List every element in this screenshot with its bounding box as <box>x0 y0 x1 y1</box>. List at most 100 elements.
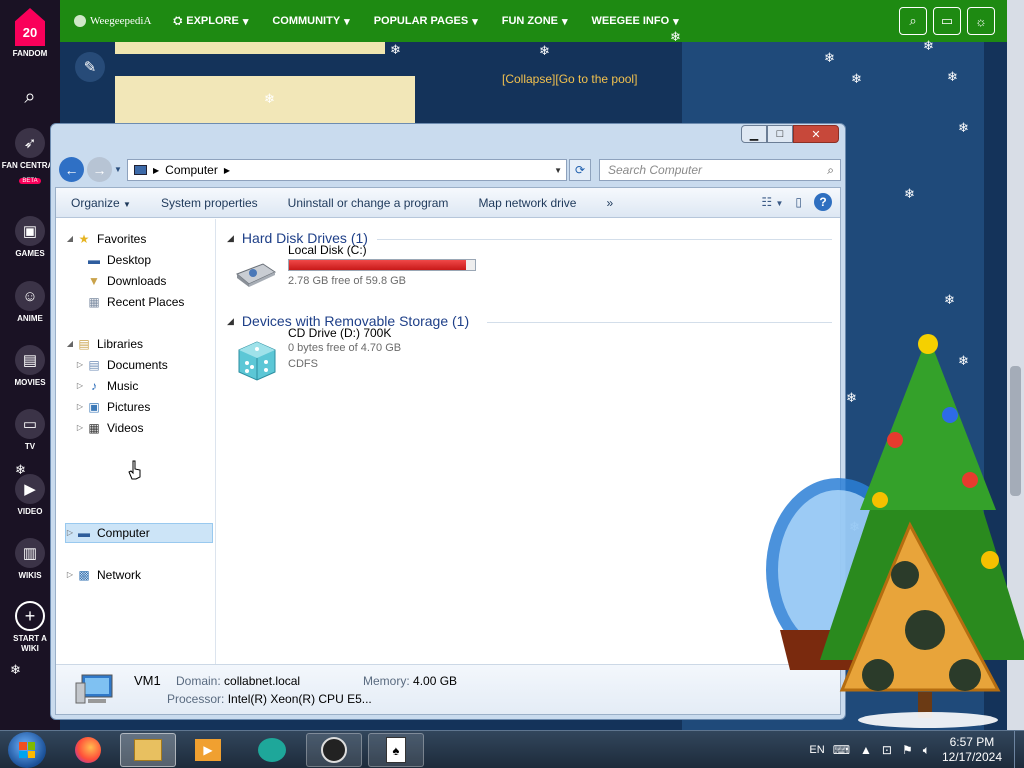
nav-label: Libraries <box>97 336 144 351</box>
address-dropdown-icon[interactable]: ▼ <box>554 166 562 175</box>
computer-name: VM1 <box>134 673 161 688</box>
close-button[interactable]: ✕ <box>793 125 839 143</box>
taskbar-solitaire[interactable]: ♠ <box>368 733 424 767</box>
expand-arrow-icon[interactable]: ▷ <box>74 423 86 432</box>
tray-expand-icon[interactable]: ▲ <box>860 743 872 757</box>
go-to-pool-link[interactable]: [Go to the pool] <box>555 72 637 86</box>
search-input[interactable]: Search Computer ⌕ <box>599 159 841 181</box>
breadcrumb-arrow-icon: ▶ <box>153 165 160 175</box>
snowflake-icon: ❄ <box>824 50 835 65</box>
change-view-button[interactable]: ☷ ▼ <box>761 195 783 209</box>
system-properties-button[interactable]: System properties <box>146 196 273 210</box>
maximize-icon: □ <box>776 128 784 140</box>
organize-button[interactable]: Organize ▼ <box>56 196 146 210</box>
teal-app-icon <box>258 738 286 762</box>
nav-network[interactable]: ▷ ▩ Network <box>64 565 141 584</box>
taskbar-media-player[interactable]: ▶ <box>180 733 236 767</box>
back-button[interactable]: ← <box>59 157 84 182</box>
computer-icon: ▬ <box>78 525 90 540</box>
preview-pane-button[interactable]: ▯ <box>795 195 802 209</box>
snowflake-icon: ❄ <box>10 662 21 677</box>
forward-button[interactable]: → <box>87 157 112 182</box>
nav-desktop[interactable]: ▬ Desktop <box>86 250 151 269</box>
breadcrumb-computer[interactable]: Computer <box>165 163 218 177</box>
map-network-drive-button[interactable]: Map network drive <box>463 196 591 210</box>
collapse-link[interactable]: [Collapse] <box>502 72 555 86</box>
wiki-site-logo[interactable]: WeegeepediA <box>74 15 151 27</box>
collapse-arrow-icon: ◢ <box>227 315 234 326</box>
group-divider <box>377 239 832 240</box>
nav-community[interactable]: COMMUNITY ▾ <box>272 15 349 28</box>
view-controls: ☷ ▼ ▯ ? <box>761 193 832 211</box>
firefox-icon <box>75 737 101 763</box>
nav-weegee-info-label: WEEGEE INFO <box>591 15 670 27</box>
nav-music[interactable]: ▷ ♪ Music <box>74 376 138 395</box>
christmas-decoration <box>766 334 1024 728</box>
help-button[interactable]: ? <box>814 193 832 211</box>
refresh-button[interactable]: ⟳ <box>569 159 591 181</box>
snowflake-icon: ❄ <box>947 69 958 84</box>
collapse-arrow-icon[interactable]: ◢ <box>64 339 76 348</box>
fandom-home[interactable]: 20 FANDOM <box>0 8 60 59</box>
address-bar[interactable]: ▶ Computer ▶ ▼ <box>127 159 567 181</box>
collapse-arrow-icon[interactable]: ◢ <box>64 234 76 243</box>
expand-arrow-icon[interactable]: ▷ <box>74 360 86 369</box>
nav-computer[interactable]: ▷ ▬ Computer <box>64 523 150 542</box>
language-indicator[interactable]: EN <box>809 744 824 756</box>
minimize-button[interactable]: ▁ <box>741 125 767 143</box>
search-placeholder: Search Computer <box>608 163 703 177</box>
uninstall-program-button[interactable]: Uninstall or change a program <box>273 196 464 210</box>
nav-pictures[interactable]: ▷ ▣ Pictures <box>74 397 150 416</box>
network-tray-icon[interactable]: ⊡ <box>882 743 892 757</box>
snowflake-icon: ❄ <box>539 43 550 58</box>
nav-fun-zone[interactable]: FUN ZONE ▾ <box>502 15 568 28</box>
nav-popular-pages[interactable]: POPULAR PAGES ▾ <box>374 15 478 28</box>
chat-icon: ▭ <box>940 13 954 28</box>
taskbar-explorer[interactable] <box>120 733 176 767</box>
nav-explore[interactable]: ⛭ EXPLORE ▾ <box>173 15 248 28</box>
taskbar-app-dark[interactable] <box>306 733 362 767</box>
theme-toggle-button[interactable]: ☼ <box>967 7 995 35</box>
documents-icon: ▤ <box>88 357 100 372</box>
expand-arrow-icon[interactable]: ▷ <box>74 381 86 390</box>
clock[interactable]: 6:57 PM 12/17/2024 <box>942 735 1002 765</box>
nav-favorites[interactable]: ◢ ★ Favorites <box>64 229 146 248</box>
nav-weegee-info[interactable]: WEEGEE INFO ▾ <box>592 15 679 28</box>
more-commands-button[interactable]: » <box>591 196 628 210</box>
nav-libraries[interactable]: ◢ ▤ Libraries <box>64 334 143 353</box>
keyboard-icon[interactable]: ⌨ <box>833 743 850 757</box>
nav-documents[interactable]: ▷ ▤ Documents <box>74 355 168 374</box>
taskbar-firefox[interactable] <box>60 733 116 767</box>
nav-recent-places[interactable]: ▦ Recent Places <box>86 292 184 311</box>
volume-icon[interactable]: 🔈︎ <box>923 743 930 758</box>
show-desktop-button[interactable] <box>1014 731 1024 768</box>
nav-label: Computer <box>97 525 150 540</box>
edit-pencil-button[interactable]: ✎ <box>75 52 105 82</box>
nav-videos[interactable]: ▷ ▦ Videos <box>74 418 144 437</box>
expand-arrow-icon[interactable]: ▷ <box>64 528 76 537</box>
fandom-search[interactable]: ⌕ <box>0 82 60 112</box>
fandom-anniversary-badge: 20 <box>22 25 38 40</box>
sun-icon: ☼ <box>975 13 987 29</box>
start-button[interactable] <box>8 732 46 768</box>
expand-arrow-icon[interactable]: ▷ <box>64 570 76 579</box>
nav-downloads[interactable]: ▼ Downloads <box>86 271 166 290</box>
beta-badge: BETA <box>19 178 41 184</box>
desktop-icon: ▬ <box>88 252 100 267</box>
search-button[interactable]: ⌕ <box>899 7 927 35</box>
maximize-button[interactable]: □ <box>767 125 793 143</box>
recent-pages-dropdown[interactable]: ▼ <box>114 165 122 174</box>
clock-date: 12/17/2024 <box>941 750 1002 764</box>
explore-icon: ⛭ <box>173 14 183 27</box>
taskbar: ▶ ♠ EN ⌨ ▲ ⊡ ⚑ 🔈︎ 6:57 PM 12/17/2024 <box>0 730 1024 768</box>
drive-d-free-space: 0 bytes free of 4.70 GB <box>288 342 402 354</box>
nav-label: Downloads <box>107 273 167 288</box>
clock-time: 6:57 PM <box>949 735 995 749</box>
window-caption-buttons: ▁ □ ✕ <box>741 125 839 143</box>
action-center-flag-icon[interactable]: ⚑ <box>902 743 913 757</box>
processor-label: Processor: <box>167 692 225 706</box>
taskbar-app-teal[interactable] <box>244 733 300 767</box>
expand-arrow-icon[interactable]: ▷ <box>74 402 86 411</box>
discussions-button[interactable]: ▭ <box>933 7 961 35</box>
chevron-down-icon: ▾ <box>344 15 350 28</box>
